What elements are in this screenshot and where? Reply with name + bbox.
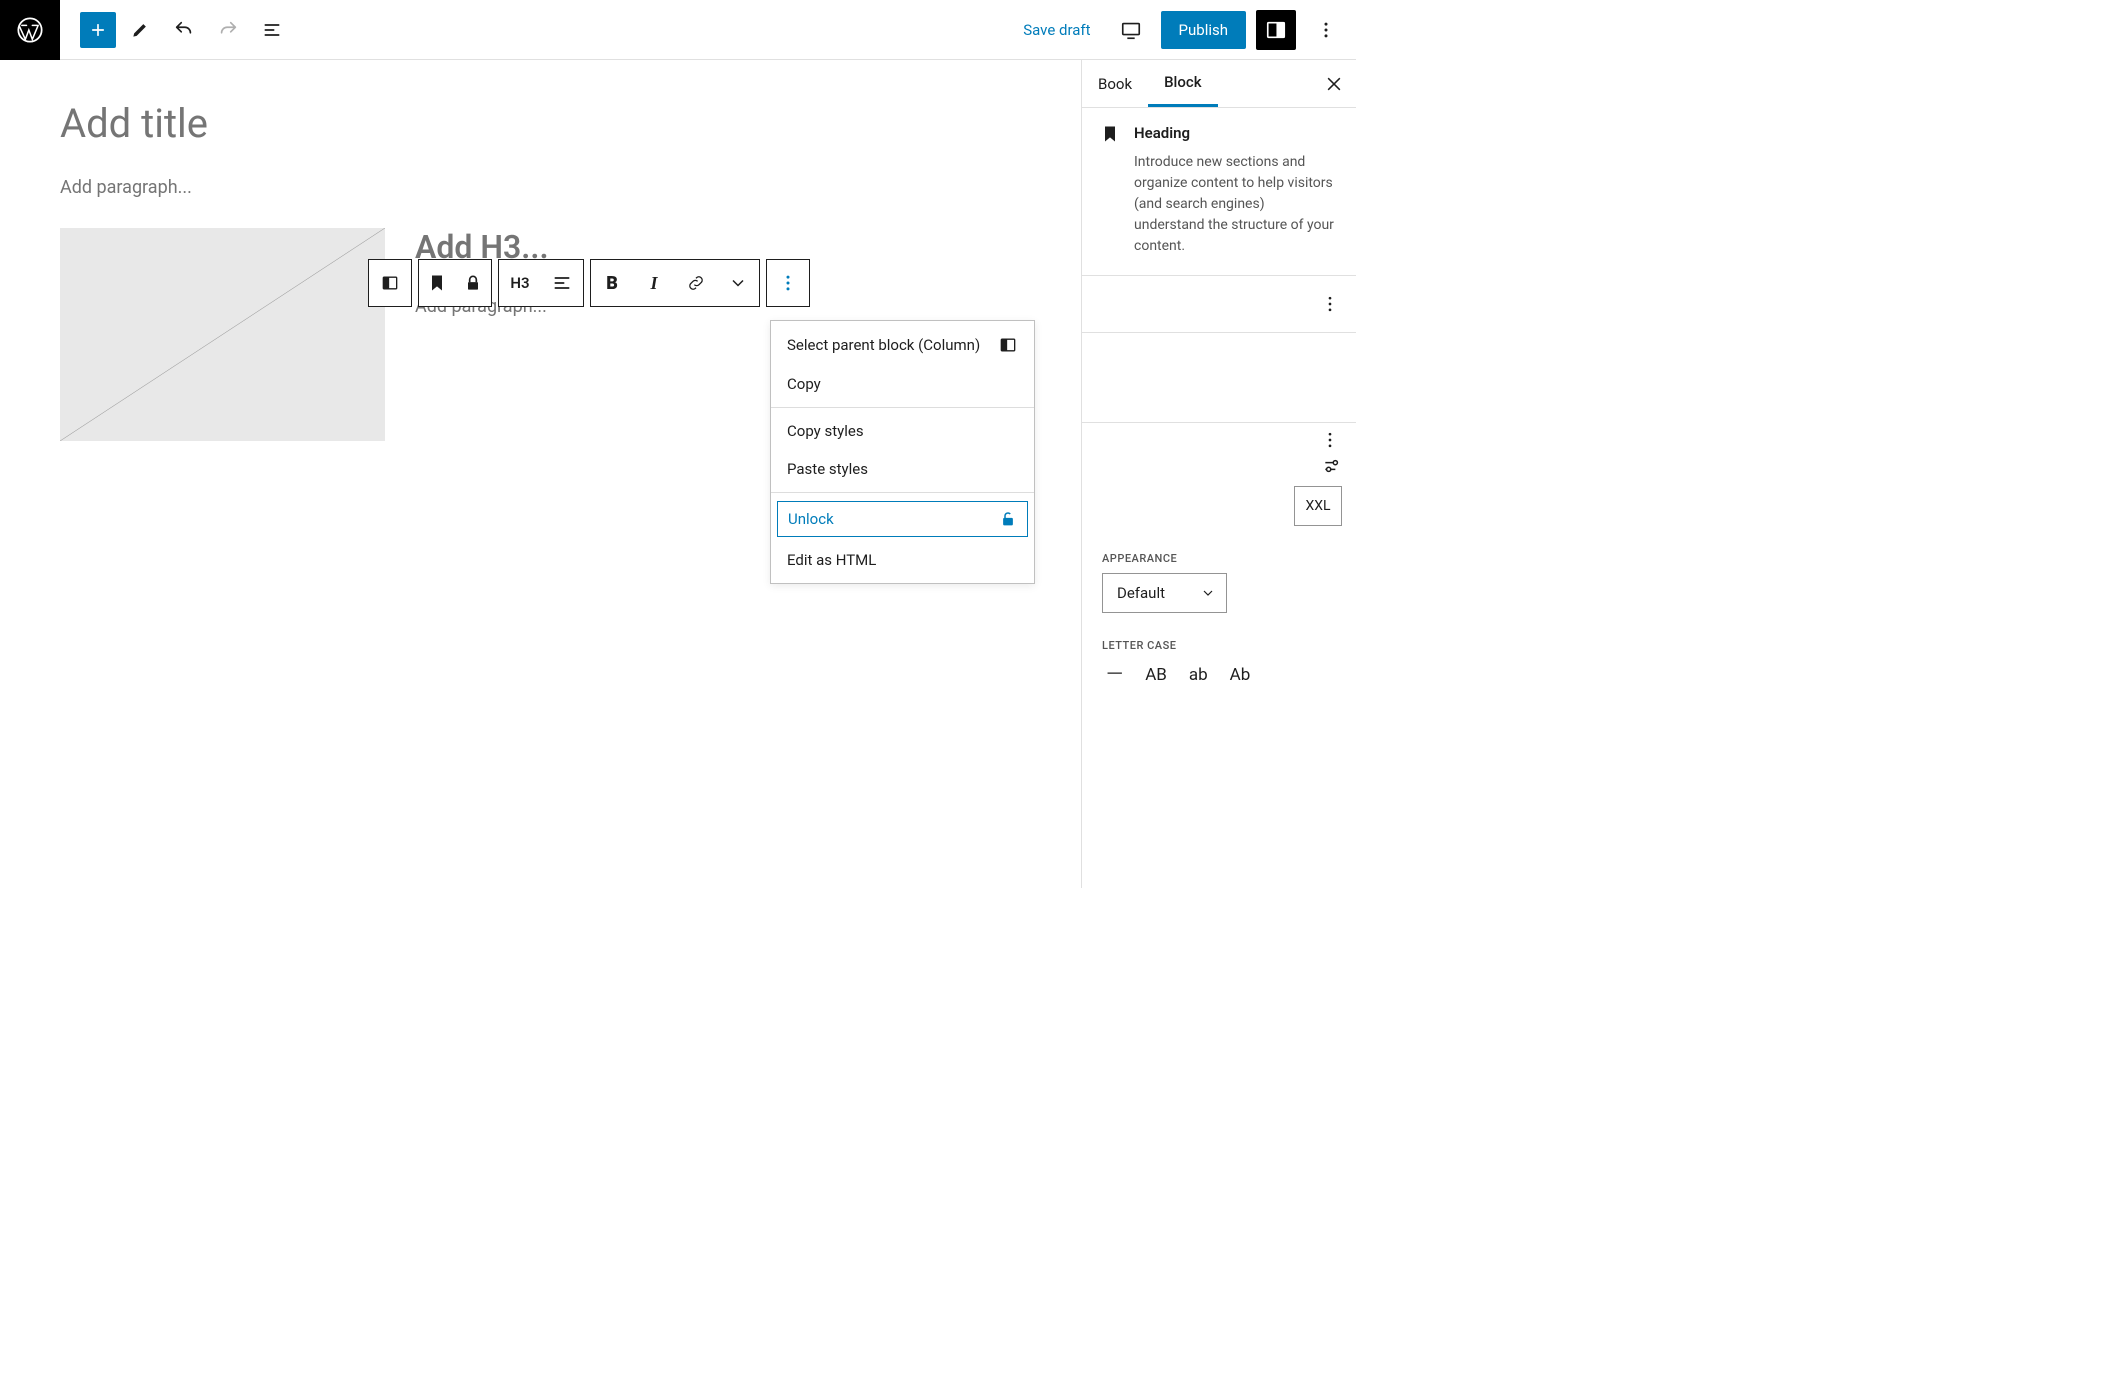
column-icon bbox=[998, 335, 1018, 355]
block-description-panel: Heading Introduce new sections and organ… bbox=[1082, 108, 1356, 276]
appearance-select[interactable]: Default bbox=[1102, 573, 1227, 613]
column-icon bbox=[380, 273, 400, 293]
editor-canvas: Add title Add paragraph... Add H3... Add… bbox=[0, 60, 1081, 888]
parent-block-button[interactable] bbox=[369, 260, 411, 306]
block-toolbar: H3 B I bbox=[368, 259, 810, 307]
chevron-down-icon bbox=[728, 273, 748, 293]
letter-case-none[interactable]: — bbox=[1106, 662, 1123, 687]
tab-block[interactable]: Block bbox=[1148, 60, 1217, 107]
align-button[interactable] bbox=[541, 260, 583, 306]
menu-label: Edit as HTML bbox=[787, 551, 876, 569]
bookmark-icon bbox=[427, 273, 447, 293]
bookmark-icon bbox=[1100, 124, 1120, 144]
close-icon bbox=[1324, 74, 1344, 94]
menu-copy[interactable]: Copy bbox=[771, 365, 1034, 403]
block-options-menu: Select parent block (Column) Copy Copy s… bbox=[770, 320, 1035, 584]
unlock-icon bbox=[999, 510, 1017, 528]
menu-edit-html[interactable]: Edit as HTML bbox=[771, 541, 1034, 579]
letter-case-label: LETTER CASE bbox=[1082, 627, 1356, 660]
block-options-button[interactable] bbox=[767, 260, 809, 306]
tab-book[interactable]: Book bbox=[1082, 60, 1148, 107]
paragraph-placeholder[interactable]: Add paragraph... bbox=[60, 177, 1021, 198]
link-icon bbox=[686, 273, 706, 293]
edit-mode-button[interactable] bbox=[120, 10, 160, 50]
publish-button[interactable]: Publish bbox=[1161, 11, 1246, 49]
pencil-icon bbox=[130, 20, 150, 40]
more-rich-text-button[interactable] bbox=[717, 260, 759, 306]
list-icon bbox=[262, 20, 282, 40]
menu-label: Unlock bbox=[788, 510, 834, 528]
close-sidebar-button[interactable] bbox=[1312, 74, 1356, 94]
menu-copy-styles[interactable]: Copy styles bbox=[771, 412, 1034, 450]
typography-options-button[interactable] bbox=[1314, 424, 1346, 456]
desktop-icon bbox=[1120, 19, 1142, 41]
wordpress-logo[interactable] bbox=[0, 0, 60, 60]
size-custom-toggle[interactable] bbox=[1322, 456, 1342, 480]
undo-button[interactable] bbox=[164, 10, 204, 50]
letter-case-capitalize[interactable]: Ab bbox=[1230, 665, 1251, 685]
block-name: Heading bbox=[1134, 124, 1190, 144]
more-vertical-icon bbox=[778, 273, 798, 293]
image-placeholder[interactable] bbox=[60, 228, 385, 441]
heading-block-indicator[interactable] bbox=[419, 260, 455, 306]
more-vertical-icon bbox=[1320, 430, 1340, 450]
settings-sidebar: Book Block Heading Introduce new section… bbox=[1081, 60, 1356, 888]
undo-icon bbox=[173, 19, 195, 41]
heading-level-button[interactable]: H3 bbox=[499, 260, 541, 306]
menu-label: Paste styles bbox=[787, 460, 868, 478]
menu-select-parent[interactable]: Select parent block (Column) bbox=[771, 325, 1034, 365]
save-draft-button[interactable]: Save draft bbox=[1013, 13, 1100, 47]
post-title-input[interactable]: Add title bbox=[60, 100, 1021, 147]
redo-icon bbox=[217, 19, 239, 41]
sliders-icon bbox=[1322, 456, 1342, 476]
italic-button[interactable]: I bbox=[633, 260, 675, 306]
size-xxl[interactable]: XXL bbox=[1294, 486, 1342, 526]
lock-icon bbox=[463, 273, 483, 293]
plus-icon bbox=[88, 20, 108, 40]
appearance-value: Default bbox=[1117, 584, 1165, 602]
menu-label: Select parent block (Column) bbox=[787, 336, 980, 354]
size-buttons: XXL bbox=[1082, 486, 1356, 526]
options-button[interactable] bbox=[1306, 10, 1346, 50]
document-overview-button[interactable] bbox=[252, 10, 292, 50]
more-vertical-icon bbox=[1320, 294, 1340, 314]
wordpress-icon bbox=[16, 16, 44, 44]
menu-unlock[interactable]: Unlock bbox=[777, 501, 1028, 537]
align-icon bbox=[552, 273, 572, 293]
settings-toggle-button[interactable] bbox=[1256, 10, 1296, 50]
lock-indicator[interactable] bbox=[455, 260, 491, 306]
menu-label: Copy bbox=[787, 375, 821, 393]
bold-button[interactable]: B bbox=[591, 260, 633, 306]
block-description: Introduce new sections and organize cont… bbox=[1134, 152, 1338, 257]
appearance-label: APPEARANCE bbox=[1082, 540, 1356, 573]
menu-paste-styles[interactable]: Paste styles bbox=[771, 450, 1034, 488]
sidebar-icon bbox=[1265, 19, 1287, 41]
panel-options-button[interactable] bbox=[1314, 288, 1346, 320]
preview-button[interactable] bbox=[1111, 10, 1151, 50]
add-block-button[interactable] bbox=[80, 12, 116, 48]
more-vertical-icon bbox=[1316, 20, 1336, 40]
top-bar: Save draft Publish bbox=[0, 0, 1356, 60]
letter-case-upper[interactable]: AB bbox=[1145, 665, 1167, 685]
letter-case-lower[interactable]: ab bbox=[1189, 665, 1208, 685]
menu-label: Copy styles bbox=[787, 422, 864, 440]
chevron-down-icon bbox=[1200, 585, 1216, 601]
link-button[interactable] bbox=[675, 260, 717, 306]
redo-button[interactable] bbox=[208, 10, 248, 50]
